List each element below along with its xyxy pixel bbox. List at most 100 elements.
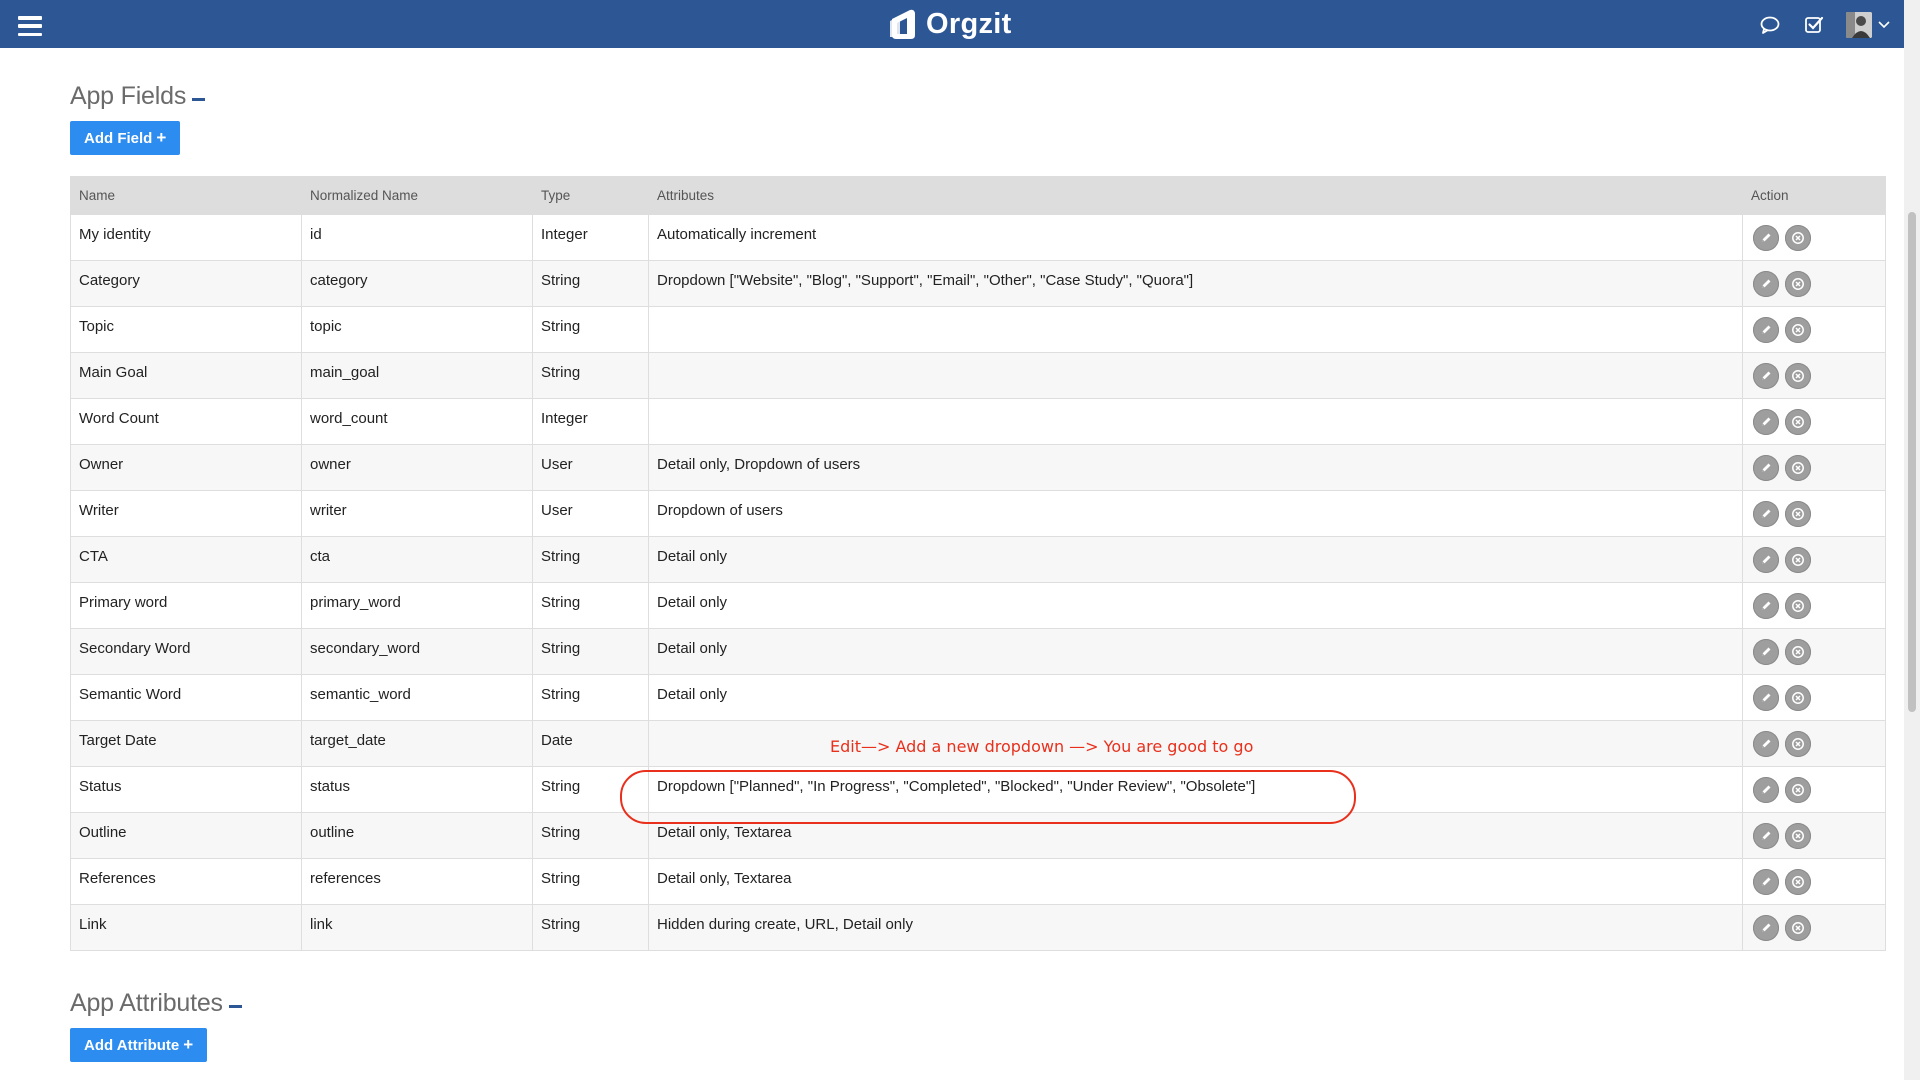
cell-attributes	[648, 306, 1743, 353]
cell-attributes: Detail only, Textarea	[648, 812, 1743, 859]
delete-x-icon[interactable]	[1785, 271, 1811, 297]
cell-attributes: Hidden during create, URL, Detail only	[648, 904, 1743, 951]
delete-x-icon[interactable]	[1785, 363, 1811, 389]
cell-name: Semantic Word	[70, 674, 302, 721]
cell-normalized-name: secondary_word	[301, 628, 533, 675]
hamburger-menu-icon[interactable]	[18, 16, 42, 36]
fields-table-body: My identity id Integer Automatically increm…	[70, 214, 1886, 951]
cell-normalized-name: status	[301, 766, 533, 813]
row-actions	[1751, 823, 1877, 849]
column-header-normalized-name[interactable]: Normalized Name	[301, 176, 533, 215]
delete-x-icon[interactable]	[1785, 501, 1811, 527]
checkbox-check-icon[interactable]	[1802, 13, 1826, 37]
edit-pencil-icon[interactable]	[1753, 915, 1779, 941]
cell-name: Link	[70, 904, 302, 951]
cell-name: Secondary Word	[70, 628, 302, 675]
cell-action	[1742, 812, 1886, 859]
edit-pencil-icon[interactable]	[1753, 639, 1779, 665]
edit-pencil-icon[interactable]	[1753, 593, 1779, 619]
cell-normalized-name: primary_word	[301, 582, 533, 629]
cell-attributes: Detail only	[648, 674, 1743, 721]
row-actions	[1751, 363, 1877, 389]
column-header-type[interactable]: Type	[532, 176, 649, 215]
cell-normalized-name: main_goal	[301, 352, 533, 399]
edit-pencil-icon[interactable]	[1753, 363, 1779, 389]
delete-x-icon[interactable]	[1785, 409, 1811, 435]
orgzit-logo-icon	[890, 9, 915, 40]
cell-action	[1742, 904, 1886, 951]
column-header-name[interactable]: Name	[70, 176, 302, 215]
edit-pencil-icon[interactable]	[1753, 409, 1779, 435]
scrollbar-thumb[interactable]	[1908, 212, 1916, 712]
top-navbar: Orgzit	[0, 0, 1904, 48]
cell-normalized-name: outline	[301, 812, 533, 859]
cell-name: Status	[70, 766, 302, 813]
app-fields-heading: App Fields	[70, 82, 206, 111]
cell-type: String	[532, 766, 649, 813]
cell-action	[1742, 260, 1886, 307]
row-actions	[1751, 639, 1877, 665]
column-header-attributes[interactable]: Attributes	[648, 176, 1743, 215]
cell-action	[1742, 444, 1886, 491]
user-avatar-icon	[1846, 12, 1872, 38]
cell-action	[1742, 214, 1886, 261]
cell-action	[1742, 306, 1886, 353]
edit-pencil-icon[interactable]	[1753, 501, 1779, 527]
delete-x-icon[interactable]	[1785, 455, 1811, 481]
vertical-scrollbar[interactable]	[1904, 0, 1920, 1080]
edit-pencil-icon[interactable]	[1753, 869, 1779, 895]
cell-type: String	[532, 582, 649, 629]
cell-normalized-name: link	[301, 904, 533, 951]
cell-action	[1742, 398, 1886, 445]
collapse-fields-toggle[interactable]	[192, 98, 206, 101]
edit-pencil-icon[interactable]	[1753, 685, 1779, 711]
table-row: Main Goal main_goal String	[70, 352, 1886, 399]
cell-attributes: Detail only	[648, 628, 1743, 675]
edit-pencil-icon[interactable]	[1753, 271, 1779, 297]
cell-attributes: Detail only, Dropdown of users	[648, 444, 1743, 491]
edit-pencil-icon[interactable]	[1753, 225, 1779, 251]
cell-name: Topic	[70, 306, 302, 353]
delete-x-icon[interactable]	[1785, 915, 1811, 941]
row-actions	[1751, 455, 1877, 481]
table-row: Secondary Word secondary_word String Detail…	[70, 628, 1886, 675]
cell-action	[1742, 674, 1886, 721]
cell-attributes: Dropdown ["Planned", "In Progress", "Com…	[648, 766, 1743, 813]
cell-type: User	[532, 490, 649, 537]
edit-pencil-icon[interactable]	[1753, 317, 1779, 343]
brand[interactable]: Orgzit	[888, 6, 1012, 42]
delete-x-icon[interactable]	[1785, 823, 1811, 849]
edit-pencil-icon[interactable]	[1753, 731, 1779, 757]
cell-attributes: Automatically increment	[648, 214, 1743, 261]
add-field-button[interactable]: Add Field +	[70, 121, 181, 155]
collapse-attributes-toggle[interactable]	[228, 1005, 242, 1008]
edit-pencil-icon[interactable]	[1753, 823, 1779, 849]
cell-name: Category	[70, 260, 302, 307]
edit-pencil-icon[interactable]	[1753, 777, 1779, 803]
cell-attributes: Dropdown ["Website", "Blog", "Support", …	[648, 260, 1743, 307]
delete-x-icon[interactable]	[1785, 685, 1811, 711]
delete-x-icon[interactable]	[1785, 317, 1811, 343]
delete-x-icon[interactable]	[1785, 777, 1811, 803]
cell-action	[1742, 490, 1886, 537]
user-menu[interactable]	[1846, 12, 1890, 38]
delete-x-icon[interactable]	[1785, 639, 1811, 665]
delete-x-icon[interactable]	[1785, 869, 1811, 895]
cell-action	[1742, 720, 1886, 767]
edit-pencil-icon[interactable]	[1753, 455, 1779, 481]
delete-x-icon[interactable]	[1785, 225, 1811, 251]
edit-pencil-icon[interactable]	[1753, 547, 1779, 573]
cell-normalized-name: semantic_word	[301, 674, 533, 721]
table-row: CTA cta String Detail only	[70, 536, 1886, 583]
delete-x-icon[interactable]	[1785, 547, 1811, 573]
cell-type: Integer	[532, 398, 649, 445]
add-attribute-button[interactable]: Add Attribute +	[70, 1028, 208, 1062]
chat-bubble-icon[interactable]	[1758, 13, 1782, 37]
cell-name: Writer	[70, 490, 302, 537]
cell-type: String	[532, 858, 649, 905]
delete-x-icon[interactable]	[1785, 593, 1811, 619]
row-actions	[1751, 869, 1877, 895]
delete-x-icon[interactable]	[1785, 731, 1811, 757]
add-field-label: Add Field	[84, 129, 153, 147]
table-row: Topic topic String	[70, 306, 1886, 353]
